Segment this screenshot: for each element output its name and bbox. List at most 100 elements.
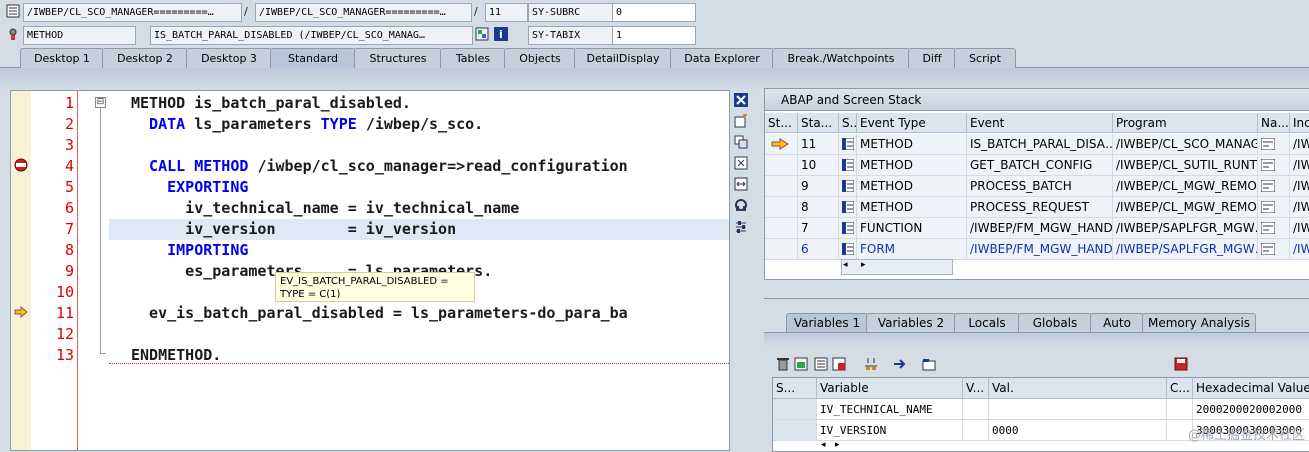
open-icon[interactable]: [922, 357, 936, 371]
event-name[interactable]: /IWBEP/FM_MGW_HAND…: [967, 218, 1113, 239]
column-header[interactable]: Program: [1113, 113, 1258, 133]
code-icon[interactable]: [839, 134, 857, 155]
column-header[interactable]: V...: [963, 378, 989, 399]
include-name[interactable]: /IW: [1290, 176, 1309, 197]
row-selector[interactable]: [773, 420, 817, 441]
scroll-right-icon[interactable]: ▸: [861, 260, 866, 270]
source-code-editor[interactable]: 1 2 3 4 5 6 7 8 9 10 11 12 13 ⊟ METHOD i…: [10, 90, 730, 451]
tab-detail-display[interactable]: DetailDisplay: [574, 48, 672, 68]
event-name[interactable]: PROCESS_BATCH: [967, 176, 1113, 197]
column-header[interactable]: S...: [773, 378, 817, 399]
tab-memory-analysis[interactable]: Memory Analysis: [1142, 313, 1256, 332]
navigate-icon[interactable]: [1258, 239, 1290, 260]
tab-tables[interactable]: Tables: [440, 48, 506, 68]
tab-desktop-2[interactable]: Desktop 2: [102, 48, 188, 68]
program-name[interactable]: /IWBEP/SAPLFGR_MGW…: [1113, 239, 1258, 260]
sy-subrc-value[interactable]: 0: [612, 3, 696, 22]
navigate-icon[interactable]: [1258, 134, 1290, 155]
event-type-field[interactable]: METHOD: [23, 26, 136, 45]
tab-breakpoints[interactable]: Break./Watchpoints: [772, 48, 910, 68]
close-icon[interactable]: [734, 93, 748, 107]
tab-locals[interactable]: Locals: [954, 313, 1020, 332]
fold-toggle[interactable]: ⊟: [95, 97, 106, 108]
include-name[interactable]: /IW: [1290, 134, 1309, 155]
settings-icon[interactable]: [734, 220, 748, 234]
program-name[interactable]: /IWBEP/SAPLFGR_MGW…: [1113, 218, 1258, 239]
include-name[interactable]: /IW: [1290, 155, 1309, 176]
code-icon[interactable]: [839, 239, 857, 260]
stack-level[interactable]: 6: [798, 239, 839, 260]
tab-desktop-3[interactable]: Desktop 3: [186, 48, 272, 68]
tab-objects[interactable]: Objects: [504, 48, 576, 68]
navigate-icon[interactable]: [1258, 176, 1290, 197]
tab-variables-2[interactable]: Variables 2: [866, 313, 956, 332]
navigate-icon[interactable]: [1258, 218, 1290, 239]
export-icon[interactable]: [814, 357, 828, 371]
navigate-source-icon[interactable]: [475, 27, 489, 41]
column-header[interactable]: Hexadecimal Value: [1193, 378, 1309, 399]
event-type[interactable]: METHOD: [857, 176, 967, 197]
delete-icon[interactable]: [776, 357, 790, 371]
include-field[interactable]: /IWBEP/CL_SCO_MANAGER=========…: [255, 3, 472, 22]
tab-standard[interactable]: Standard: [270, 48, 356, 68]
tab-structures[interactable]: Structures: [354, 48, 442, 68]
stack-level[interactable]: 8: [798, 197, 839, 218]
column-header[interactable]: Val.: [989, 378, 1167, 399]
variable-name[interactable]: IV_VERSION: [817, 420, 963, 441]
swap-icon[interactable]: [734, 177, 748, 191]
navigate-icon[interactable]: [892, 357, 906, 371]
program-name[interactable]: /IWBEP/CL_SCO_MANAG…: [1113, 134, 1258, 155]
program-field[interactable]: /IWBEP/CL_SCO_MANAGER=========…: [23, 3, 242, 22]
maximize-icon[interactable]: [734, 156, 748, 170]
column-header[interactable]: Inc: [1290, 113, 1309, 133]
event-name[interactable]: IS_BATCH_PARAL_DISA…: [967, 134, 1113, 155]
save-icon[interactable]: [1174, 357, 1188, 371]
tab-variables-1[interactable]: Variables 1: [786, 313, 868, 332]
structure-icon[interactable]: [864, 357, 878, 371]
tab-globals[interactable]: Globals: [1018, 313, 1092, 332]
stack-level[interactable]: 11: [798, 134, 839, 155]
new-tool-icon[interactable]: [734, 114, 748, 128]
navigate-icon[interactable]: [1258, 155, 1290, 176]
variable-value[interactable]: [989, 399, 1167, 420]
event-name[interactable]: /IWBEP/FM_MGW_HAND…: [967, 239, 1113, 260]
services-icon[interactable]: [734, 198, 748, 212]
row-selector[interactable]: [773, 399, 817, 420]
stack-level[interactable]: 9: [798, 176, 839, 197]
tab-auto[interactable]: Auto: [1090, 313, 1144, 332]
breakpoint-gutter[interactable]: [11, 91, 32, 450]
code-icon[interactable]: [839, 176, 857, 197]
include-name[interactable]: /IW: [1290, 197, 1309, 218]
replace-tool-icon[interactable]: [734, 135, 748, 149]
tab-desktop-1[interactable]: Desktop 1: [20, 48, 104, 68]
import-icon[interactable]: [794, 357, 808, 371]
variable-value[interactable]: 0000: [989, 420, 1167, 441]
program-name[interactable]: /IWBEP/CL_MGW_REMO…: [1113, 176, 1258, 197]
stack-level[interactable]: 10: [798, 155, 839, 176]
event-name[interactable]: PROCESS_REQUEST: [967, 197, 1113, 218]
tab-data-explorer[interactable]: Data Explorer: [670, 48, 774, 68]
column-header[interactable]: Na...: [1258, 113, 1290, 133]
variable-name[interactable]: IV_TECHNICAL_NAME: [817, 399, 963, 420]
event-type[interactable]: FORM: [857, 239, 967, 260]
event-type[interactable]: METHOD: [857, 134, 967, 155]
navigate-icon[interactable]: [1258, 197, 1290, 218]
column-header[interactable]: Event: [967, 113, 1113, 133]
event-type[interactable]: FUNCTION: [857, 218, 967, 239]
include-name[interactable]: /IW: [1290, 218, 1309, 239]
line-field[interactable]: 11: [485, 3, 528, 22]
info-icon[interactable]: i: [494, 27, 508, 41]
horizontal-scrollbar[interactable]: [841, 259, 953, 275]
breakpoint-icon[interactable]: [13, 158, 29, 172]
event-field[interactable]: IS_BATCH_PARAL_DISABLED (/IWBEP/CL_SCO_M…: [150, 26, 473, 45]
event-name[interactable]: GET_BATCH_CONFIG: [967, 155, 1113, 176]
column-header[interactable]: St...: [765, 113, 798, 133]
program-name[interactable]: /IWBEP/CL_SUTIL_RUNT…: [1113, 155, 1258, 176]
tab-script[interactable]: Script: [954, 48, 1016, 68]
include-name[interactable]: /IW: [1290, 239, 1309, 260]
save-variables-icon[interactable]: [832, 357, 846, 371]
event-type[interactable]: METHOD: [857, 197, 967, 218]
column-header[interactable]: Event Type: [857, 113, 967, 133]
code-icon[interactable]: [839, 197, 857, 218]
column-header[interactable]: Variable: [817, 378, 963, 399]
